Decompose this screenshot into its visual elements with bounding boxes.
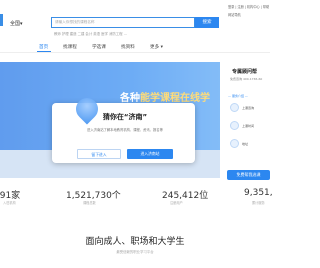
nav-more-label: 更多 bbox=[150, 45, 160, 50]
chevron-down-icon: ▾ bbox=[20, 21, 23, 27]
hot-keywords[interactable]: 教师 护理 建造 二建 会计 英语 医学 消防工程 … bbox=[54, 31, 127, 36]
consult-icon bbox=[230, 103, 239, 112]
stat-label: 累计服务 bbox=[252, 201, 265, 205]
nav-materials[interactable]: 找资料 bbox=[121, 44, 135, 50]
stat-value: 9,351, bbox=[244, 188, 273, 198]
stat-label: 入驻机构 bbox=[3, 201, 16, 205]
top-links[interactable]: 登录 | 注册 | 机构中心 | 帮助 bbox=[228, 4, 269, 9]
stat-label: 课程总数 bbox=[83, 201, 96, 205]
nav-select[interactable]: 学选课 bbox=[92, 44, 106, 50]
section-title: 面向成人、职场和大学生 bbox=[85, 237, 185, 247]
consultant-phone: 免费咨询 400-1765-60 bbox=[230, 77, 263, 81]
consultant-title: 专属顾问帮 bbox=[232, 69, 258, 75]
section-subtitle: 最受信赖的职业学习平台 bbox=[116, 250, 154, 254]
clock-icon bbox=[230, 121, 239, 130]
nav-divider bbox=[0, 52, 270, 53]
stat-label: 注册用户 bbox=[170, 201, 183, 205]
search-button[interactable]: 搜索 bbox=[195, 17, 219, 28]
site-nav-link[interactable]: 网站导航 bbox=[228, 12, 241, 17]
city-label: 全国 bbox=[10, 21, 21, 27]
enter-city-button[interactable]: 进入济南站 bbox=[127, 149, 173, 159]
free-consult-button[interactable]: 免费帮我选课 bbox=[227, 170, 270, 180]
modal-description: 进入济南站了解本地教育机构、课程、资讯、报名等 bbox=[87, 128, 163, 132]
nav-courses[interactable]: 找课程 bbox=[63, 44, 77, 50]
side-row-3: 地址 bbox=[242, 142, 249, 146]
city-selector[interactable]: 全国▾ bbox=[10, 20, 23, 27]
chevron-down-icon: ▾ bbox=[159, 45, 163, 50]
stat-value: 245,412位 bbox=[162, 191, 209, 201]
service-intro-label: — 服务介绍 — bbox=[228, 94, 248, 98]
logo[interactable] bbox=[0, 14, 3, 26]
side-row-1: 上课咨询 bbox=[242, 106, 255, 110]
nav-home[interactable]: 首页 bbox=[39, 44, 48, 50]
location-icon bbox=[230, 139, 239, 148]
search-placeholder: 请输入你想找的课程名称 bbox=[55, 20, 95, 24]
nav-more[interactable]: 更多 ▾ bbox=[150, 44, 163, 50]
modal-title: 猜你在“济南” bbox=[102, 113, 148, 121]
side-row-2: 上课时间 bbox=[242, 124, 255, 128]
stay-button[interactable]: 留下进入 bbox=[77, 149, 121, 159]
